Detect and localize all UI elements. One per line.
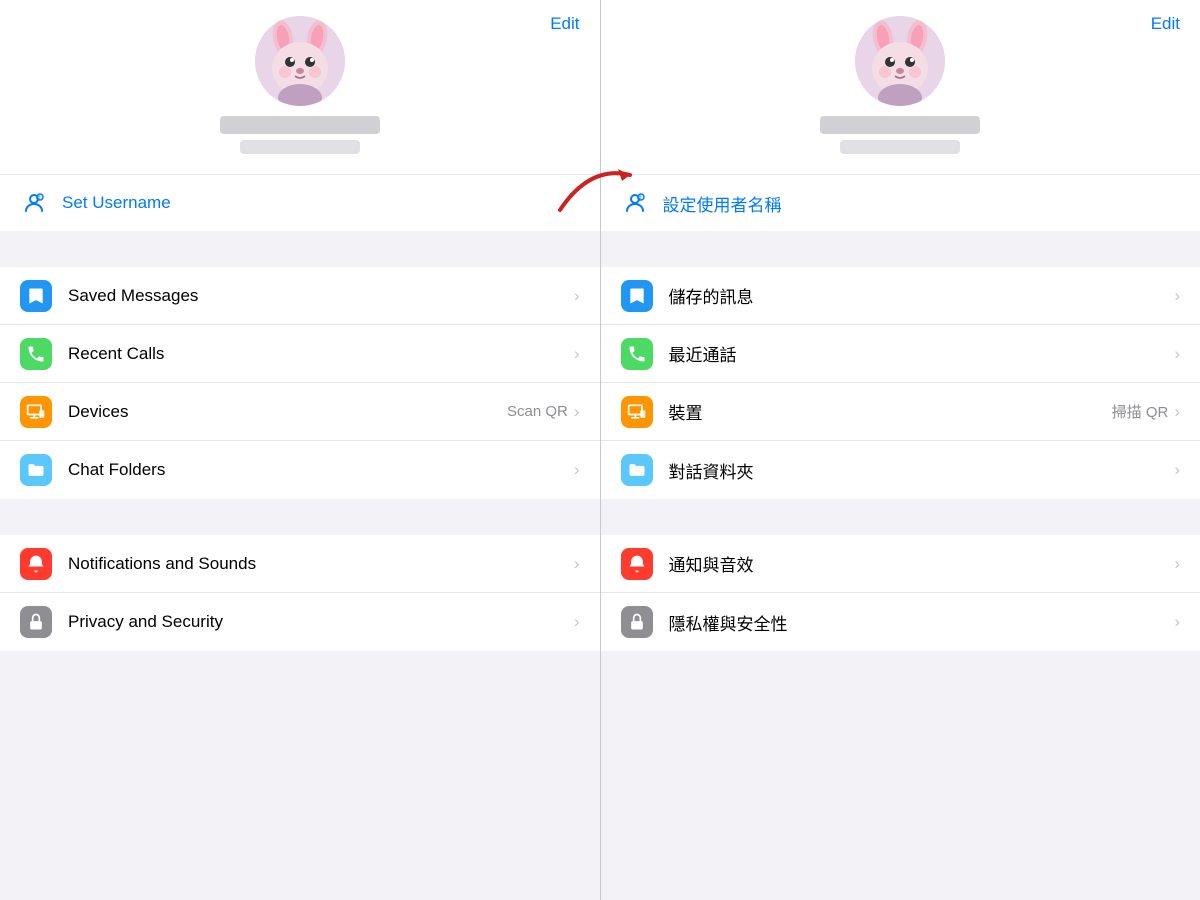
right-devices[interactable]: 裝置 掃描 QR › <box>601 383 1200 441</box>
right-phone-blur <box>840 140 960 154</box>
left-folders-label: Chat Folders <box>68 460 574 480</box>
left-menu-section-1: Saved Messages › Recent Calls › Devices … <box>0 267 600 499</box>
right-folders-chevron: › <box>1174 460 1180 480</box>
right-saved-chevron: › <box>1174 286 1180 306</box>
left-avatar <box>255 16 345 106</box>
right-folders-icon <box>621 454 653 486</box>
left-notif-label: Notifications and Sounds <box>68 554 574 574</box>
left-privacy-chevron: › <box>574 612 580 632</box>
right-privacy-icon <box>621 606 653 638</box>
right-saved-label: 儲存的訊息 <box>669 283 1175 308</box>
right-notifications[interactable]: 通知與音效 › <box>601 535 1200 593</box>
right-folders-label: 對話資料夾 <box>669 458 1175 483</box>
left-menu-section-2: Notifications and Sounds › Privacy and S… <box>0 535 600 651</box>
left-saved-chevron: › <box>574 286 580 306</box>
right-privacy-label: 隱私權與安全性 <box>669 610 1175 635</box>
right-separator-1 <box>601 231 1200 267</box>
left-separator-1 <box>0 231 600 267</box>
right-menu-section-2: 通知與音效 › 隱私權與安全性 › <box>601 535 1200 651</box>
svg-text:@: @ <box>35 195 40 201</box>
right-devices-secondary: 掃描 QR <box>1112 401 1169 422</box>
left-notif-icon <box>20 548 52 580</box>
left-recent-calls[interactable]: Recent Calls › <box>0 325 600 383</box>
left-devices-secondary: Scan QR <box>507 403 568 420</box>
right-privacy[interactable]: 隱私權與安全性 › <box>601 593 1200 651</box>
left-profile-header: Edit <box>0 0 600 174</box>
right-username-icon: @ <box>621 189 649 217</box>
left-devices[interactable]: Devices Scan QR › <box>0 383 600 441</box>
right-menu-section-1: 儲存的訊息 › 最近通話 › 裝置 掃描 QR › 對話資料夾 › <box>601 267 1200 499</box>
left-calls-icon <box>20 338 52 370</box>
left-username-icon: @ <box>20 189 48 217</box>
right-username-label: 設定使用者名稱 <box>663 191 782 216</box>
left-calls-label: Recent Calls <box>68 344 574 364</box>
right-calls-chevron: › <box>1174 344 1180 364</box>
left-privacy[interactable]: Privacy and Security › <box>0 593 600 651</box>
right-devices-chevron: › <box>1174 402 1180 422</box>
left-edit-button[interactable]: Edit <box>550 14 579 34</box>
right-calls-label: 最近通話 <box>669 341 1175 366</box>
left-name-blur <box>220 116 380 134</box>
right-recent-calls[interactable]: 最近通話 › <box>601 325 1200 383</box>
left-separator-2 <box>0 499 600 535</box>
right-name-blur <box>820 116 980 134</box>
left-devices-chevron: › <box>574 402 580 422</box>
right-profile-header: Edit <box>601 0 1200 174</box>
left-privacy-label: Privacy and Security <box>68 612 574 632</box>
left-saved-icon <box>20 280 52 312</box>
left-privacy-icon <box>20 606 52 638</box>
right-saved-messages[interactable]: 儲存的訊息 › <box>601 267 1200 325</box>
left-calls-chevron: › <box>574 344 580 364</box>
right-avatar <box>855 16 945 106</box>
left-saved-messages[interactable]: Saved Messages › <box>0 267 600 325</box>
left-folders-chevron: › <box>574 460 580 480</box>
right-notif-chevron: › <box>1174 554 1180 574</box>
left-notifications[interactable]: Notifications and Sounds › <box>0 535 600 593</box>
left-notif-chevron: › <box>574 554 580 574</box>
right-saved-icon <box>621 280 653 312</box>
left-devices-label: Devices <box>68 402 507 422</box>
svg-text:@: @ <box>636 195 641 201</box>
right-username-row[interactable]: @ 設定使用者名稱 <box>601 174 1200 231</box>
right-profile-info <box>621 16 1181 154</box>
left-profile-info <box>20 16 580 154</box>
right-notif-label: 通知與音效 <box>669 551 1175 576</box>
right-calls-icon <box>621 338 653 370</box>
right-devices-label: 裝置 <box>669 399 1112 424</box>
right-privacy-chevron: › <box>1174 612 1180 632</box>
left-chat-folders[interactable]: Chat Folders › <box>0 441 600 499</box>
right-chat-folders[interactable]: 對話資料夾 › <box>601 441 1200 499</box>
left-username-label: Set Username <box>62 193 171 213</box>
right-edit-button[interactable]: Edit <box>1151 14 1180 34</box>
right-separator-2 <box>601 499 1200 535</box>
right-devices-icon <box>621 396 653 428</box>
left-phone-blur <box>240 140 360 154</box>
left-username-row[interactable]: @ Set Username <box>0 174 600 231</box>
right-notif-icon <box>621 548 653 580</box>
left-panel: Edit @ Set Username Saved Messages › <box>0 0 600 900</box>
right-panel: Edit @ 設定使用者名稱 儲存的訊息 › 最近通話 <box>601 0 1200 900</box>
left-folders-icon <box>20 454 52 486</box>
left-saved-label: Saved Messages <box>68 286 574 306</box>
left-devices-icon <box>20 396 52 428</box>
